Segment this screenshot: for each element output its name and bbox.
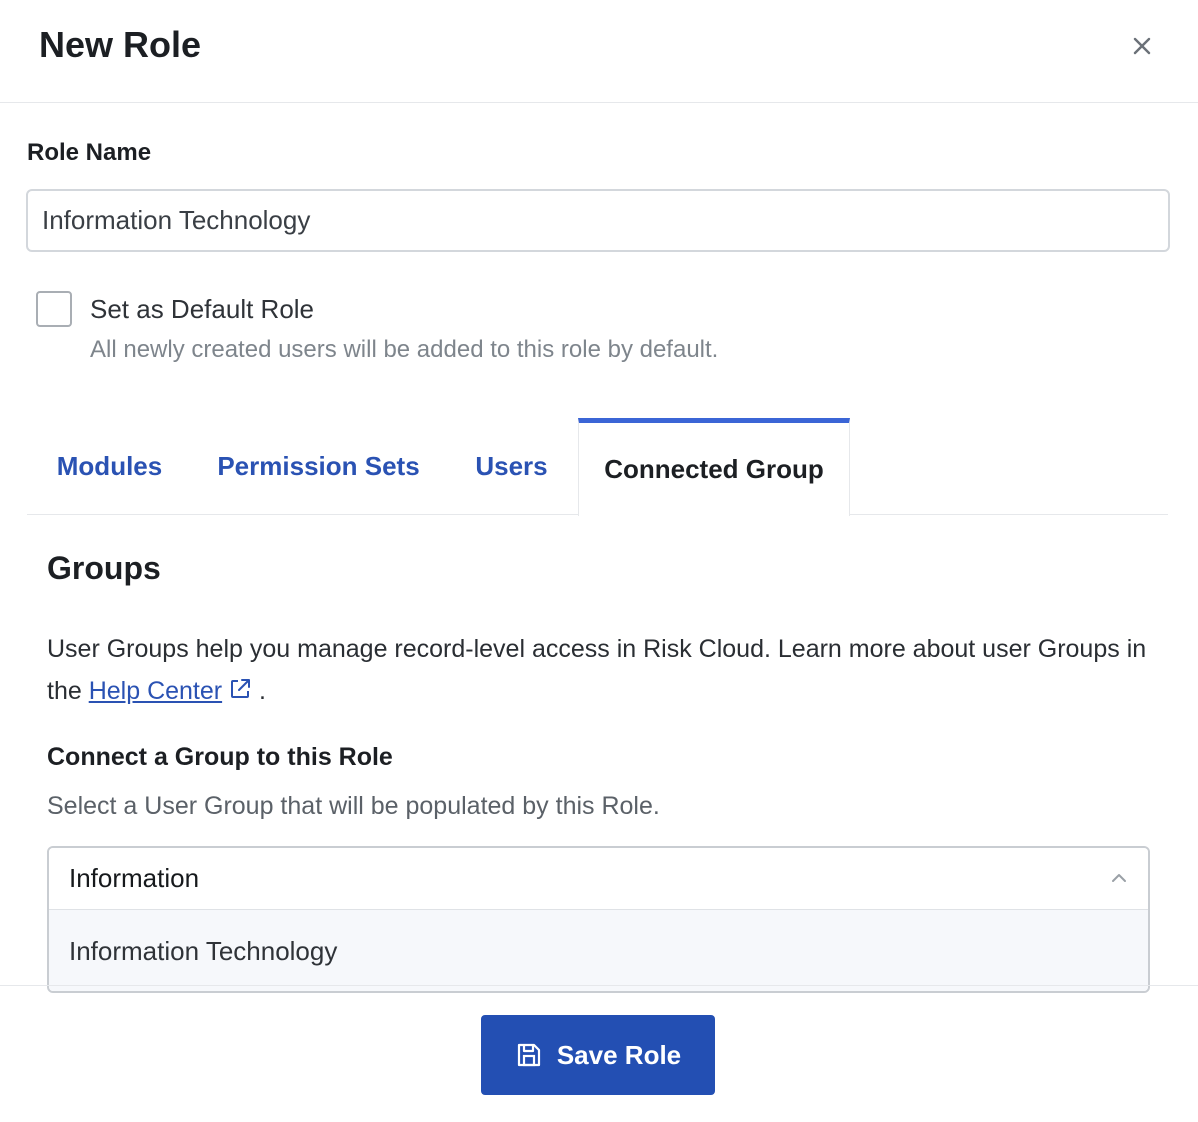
connect-group-heading: Connect a Group to this Role bbox=[47, 743, 393, 771]
default-role-help-text: All newly created users will be added to… bbox=[90, 336, 719, 363]
footer-divider bbox=[0, 985, 1198, 986]
close-button[interactable] bbox=[1128, 32, 1156, 60]
role-name-input[interactable] bbox=[26, 189, 1170, 252]
external-link-icon[interactable] bbox=[228, 672, 252, 714]
connect-group-help-text: Select a User Group that will be populat… bbox=[47, 792, 660, 820]
group-select: Information Technology bbox=[47, 846, 1150, 993]
tab-permission-sets[interactable]: Permission Sets bbox=[192, 418, 445, 515]
role-tabs: Modules Permission Sets Users Connected … bbox=[27, 418, 1168, 516]
close-icon bbox=[1133, 37, 1151, 55]
groups-heading: Groups bbox=[47, 550, 161, 586]
default-role-checkbox[interactable] bbox=[36, 291, 72, 327]
group-option-information-technology[interactable]: Information Technology bbox=[49, 910, 1148, 991]
help-center-link[interactable]: Help Center bbox=[89, 677, 222, 705]
save-icon bbox=[517, 1043, 540, 1067]
save-role-label: Save Role bbox=[556, 1039, 682, 1070]
dialog-header: New Role bbox=[0, 0, 1198, 103]
groups-description-end: . bbox=[252, 677, 267, 705]
default-role-label: Set as Default Role bbox=[90, 294, 315, 324]
dialog-title: New Role bbox=[39, 24, 202, 65]
tab-users[interactable]: Users bbox=[445, 418, 578, 515]
save-role-button[interactable]: Save Role bbox=[481, 1015, 715, 1095]
groups-description: User Groups help you manage record-level… bbox=[47, 628, 1157, 714]
role-name-label: Role Name bbox=[27, 139, 152, 166]
chevron-up-icon[interactable] bbox=[1109, 868, 1129, 888]
group-search-input[interactable] bbox=[49, 848, 1148, 910]
tab-modules[interactable]: Modules bbox=[27, 418, 192, 515]
tab-connected-group[interactable]: Connected Group bbox=[578, 418, 850, 516]
